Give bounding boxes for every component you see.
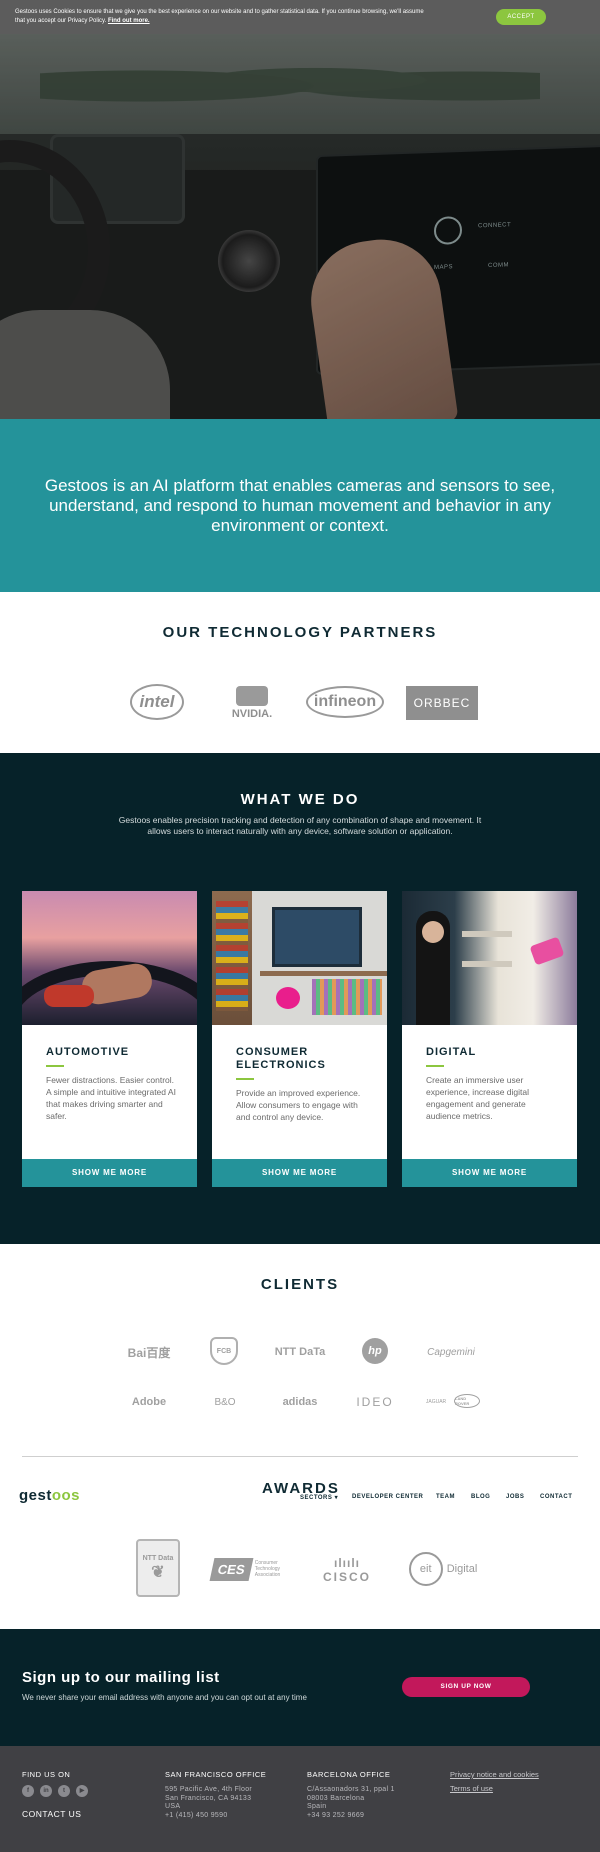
cookie-accept-button[interactable]: ACCEPT — [496, 9, 546, 25]
automotive-image — [22, 891, 197, 1025]
nav-team[interactable]: TEAM — [436, 1494, 455, 1500]
facebook-icon[interactable]: f — [22, 1785, 34, 1797]
bang-olufsen-logo: B&O — [214, 1396, 236, 1408]
terms-link[interactable]: Terms of use — [450, 1784, 493, 1793]
eit-digital-text: Digital — [446, 1563, 478, 1575]
ces-subtext: Consumer Technology Association — [254, 1560, 281, 1578]
consumer-electronics-image — [212, 891, 387, 1025]
card-automotive: AUTOMOTIVE Fewer distractions. Easier co… — [22, 891, 197, 1187]
eit-mark: eit — [408, 1552, 443, 1586]
cookie-text-wrap: Gestoos uses Cookies to ensure that we g… — [15, 8, 435, 26]
mailing-title: Sign up to our mailing list — [22, 1669, 220, 1686]
sign-up-button[interactable]: SIGN UP NOW — [402, 1677, 530, 1697]
chevron-down-icon: ▾ — [334, 1495, 339, 1501]
what-we-do-section: WHAT WE DO Gestoos enables precision tra… — [0, 753, 600, 1244]
show-me-more-button[interactable]: SHOW ME MORE — [22, 1159, 197, 1187]
jaguar-logo: JAGUAR — [425, 1399, 447, 1405]
find-us-label: FIND US ON — [22, 1770, 71, 1779]
adidas-logo: adidas — [282, 1396, 318, 1408]
eit-digital-logo: eit Digital — [404, 1551, 482, 1587]
sf-address-line: USA — [165, 1803, 181, 1810]
mailing-list-section: Sign up to our mailing list We never sha… — [0, 1629, 600, 1746]
card-text: Fewer distractions. Easier control. A si… — [46, 1075, 176, 1121]
mailing-text: We never share your email address with a… — [22, 1693, 307, 1702]
mission-statement: Gestoos is an AI platform that enables c… — [44, 475, 556, 535]
nav-blog[interactable]: BLOG — [471, 1494, 490, 1500]
youtube-icon[interactable]: ▶ — [76, 1785, 88, 1797]
ces-mark: CES — [209, 1557, 254, 1581]
show-me-more-button[interactable]: SHOW ME MORE — [212, 1159, 387, 1187]
capgemini-logo: Capgemini — [427, 1346, 475, 1358]
what-we-do-subtitle: Gestoos enables precision tracking and d… — [118, 815, 482, 836]
nvidia-eye-icon — [236, 686, 268, 706]
brand-part-2: oos — [51, 1487, 81, 1504]
adobe-logo: Adobe — [131, 1396, 167, 1408]
page: CONNECT MAPS COMM Gestoos uses Cookies t… — [0, 0, 600, 1852]
land-rover-logo: LAND ROVER — [454, 1394, 480, 1408]
twitter-icon[interactable]: t — [58, 1785, 70, 1797]
card-title: AUTOMOTIVE — [46, 1046, 130, 1058]
cookie-text: Gestoos uses Cookies to ensure that we g… — [15, 9, 424, 24]
contact-us-link[interactable]: CONTACT US — [22, 1809, 81, 1819]
gestoos-logo[interactable]: gestoos — [19, 1487, 80, 1504]
card-text: Create an immersive user experience, inc… — [426, 1075, 530, 1121]
cisco-wordmark: CISCO — [322, 1570, 371, 1584]
bcn-office-title: BARCELONA OFFICE — [307, 1770, 391, 1779]
footer — [0, 1746, 600, 1852]
cookie-find-out-more-link[interactable]: Find out more. — [108, 18, 150, 24]
sf-office-title: SAN FRANCISCO OFFICE — [165, 1770, 267, 1779]
fcb-logo: FCB — [210, 1337, 238, 1365]
bcn-phone: +34 93 252 9669 — [307, 1811, 365, 1819]
cisco-bars-icon: ılıılı — [333, 1556, 360, 1570]
card-accent-bar — [236, 1078, 254, 1080]
what-we-do-title: WHAT WE DO — [240, 791, 360, 808]
ces-logo: CES Consumer Technology Association — [209, 1556, 294, 1582]
nav-developer-center[interactable]: DEVELOPER CENTER — [352, 1494, 423, 1500]
card-title: CONSUMER ELECTRONICS — [236, 1046, 326, 1071]
sf-address-line: San Francisco, CA 94133 — [165, 1794, 252, 1802]
baidu-logo: Bai百度 — [127, 1345, 171, 1360]
bcn-address-line: Spain — [307, 1803, 327, 1810]
sf-address-line: 595 Pacific Ave, 4th Floor — [165, 1786, 253, 1793]
nvidia-logo: NVIDIA. — [224, 684, 280, 722]
card-accent-bar — [426, 1065, 444, 1067]
infineon-logo: infineon — [306, 686, 384, 718]
nvidia-wordmark: NVIDIA. — [231, 708, 273, 720]
hero-image: CONNECT MAPS COMM — [0, 0, 600, 419]
card-consumer-electronics: CONSUMER ELECTRONICS Provide an improved… — [212, 891, 387, 1187]
digital-image — [402, 891, 577, 1025]
ntt-award-label: NTT Data — [142, 1554, 174, 1562]
bcn-address-line: 08003 Barcelona — [307, 1794, 365, 1802]
nav-sectors-label: SECTORS — [300, 1495, 333, 1501]
linkedin-icon[interactable]: in — [40, 1785, 52, 1797]
privacy-link[interactable]: Privacy notice and cookies — [450, 1770, 539, 1779]
card-digital: DIGITAL Create an immersive user experie… — [402, 891, 577, 1187]
mission-banner: Gestoos is an AI platform that enables c… — [0, 419, 600, 592]
nav-jobs[interactable]: JOBS — [506, 1494, 524, 1500]
nav-sectors[interactable]: SECTORS ▾ — [300, 1494, 338, 1501]
ntt-data-award-logo: NTT Data ❦ — [136, 1539, 180, 1597]
hp-logo: hp — [362, 1338, 388, 1364]
bcn-address-line: C/Assaonadors 31, ppal 1 — [307, 1786, 395, 1793]
section-divider — [22, 1456, 578, 1457]
ntt-data-logo: NTT DaTa — [274, 1346, 326, 1358]
intel-logo: intel — [130, 684, 184, 720]
cookie-banner: Gestoos uses Cookies to ensure that we g… — [0, 0, 600, 34]
card-text: Provide an improved experience. Allow co… — [236, 1088, 361, 1122]
sf-phone: +1 (415) 450 9590 — [165, 1811, 228, 1819]
brand-part-1: gest — [19, 1487, 52, 1504]
cisco-logo: ılıılı CISCO — [316, 1550, 378, 1590]
show-me-more-button[interactable]: SHOW ME MORE — [402, 1159, 577, 1187]
ideo-logo: IDEO — [356, 1395, 394, 1409]
laurel-icon: ❦ — [151, 1563, 165, 1581]
social-links: f in t ▶ — [22, 1785, 88, 1797]
nav-contact[interactable]: CONTACT — [540, 1494, 572, 1500]
card-title: DIGITAL — [426, 1046, 477, 1058]
clients-title: CLIENTS — [260, 1276, 340, 1293]
orbbec-logo: ORBBEC — [406, 686, 478, 720]
hero-overlay — [0, 0, 600, 419]
partners-title: OUR TECHNOLOGY PARTNERS — [162, 624, 438, 641]
card-accent-bar — [46, 1065, 64, 1067]
